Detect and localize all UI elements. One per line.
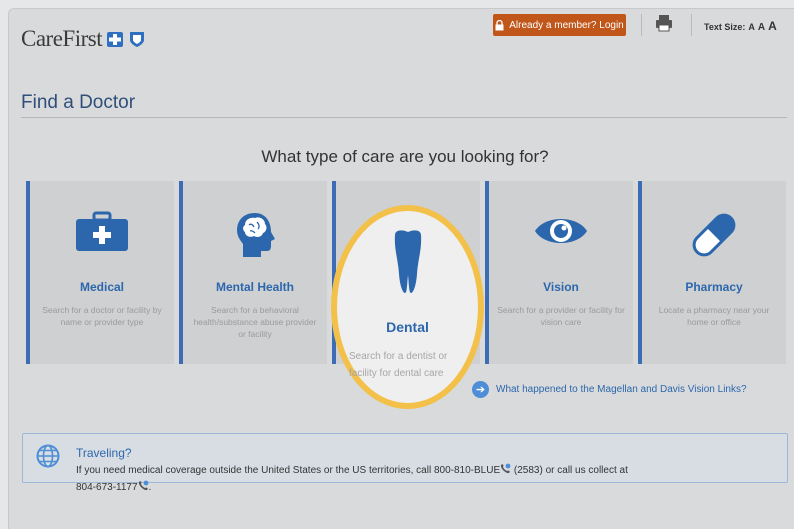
print-icon[interactable]	[654, 13, 674, 33]
text-size-label: Text Size:	[704, 22, 746, 32]
login-label: Already a member? Login	[509, 19, 624, 31]
page-title: Find a Doctor	[21, 92, 136, 113]
card-dental[interactable]: Dental Search for a dentist or facility …	[331, 205, 484, 409]
text-size-small-button[interactable]: A	[748, 22, 755, 32]
blue-shield-icon	[130, 31, 145, 47]
card-description: Locate a pharmacy near your home or offi…	[658, 305, 770, 327]
card-pharmacy[interactable]: Pharmacy Locate a pharmacy near your hom…	[638, 181, 786, 364]
text-size-control: Text Size: A A A	[704, 19, 777, 33]
card-medical[interactable]: Medical Search for a doctor or facility …	[26, 181, 174, 364]
medical-kit-icon	[76, 211, 128, 251]
tooth-icon	[394, 230, 421, 293]
traveling-notice: Traveling? If you need medical coverage …	[22, 433, 788, 493]
magellan-link-text: What happened to the Magellan and Davis …	[496, 384, 747, 395]
head-brain-icon	[237, 213, 275, 257]
card-mental-health[interactable]: Mental Health Search for a behavioral he…	[179, 181, 327, 364]
card-title: Mental Health	[215, 280, 294, 294]
care-type-question: What type of care are you looking for?	[261, 147, 549, 166]
card-description: Search for a doctor or facility by name …	[42, 305, 162, 327]
eye-icon	[535, 219, 587, 243]
card-description: Search for a behavioral health/substance…	[193, 305, 317, 339]
phone-call-icon[interactable]	[138, 480, 149, 491]
globe-icon	[36, 444, 60, 468]
arrow-right-icon: ➔	[472, 381, 489, 398]
pill-icon	[692, 213, 736, 257]
lock-icon	[495, 19, 504, 30]
card-description: Search for a dentist or facility for den…	[349, 351, 448, 379]
card-title: Medical	[79, 280, 124, 294]
login-button[interactable]: Already a member? Login	[493, 14, 626, 36]
card-description: Search for a provider or facility for vi…	[497, 305, 625, 327]
logo-text: CareFirst	[21, 26, 103, 51]
phone-call-icon[interactable]	[500, 463, 511, 474]
magellan-link[interactable]: ➔ What happened to the Magellan and Davi…	[472, 381, 747, 398]
carefirst-logo[interactable]: CareFirst	[21, 26, 146, 52]
blue-cross-icon	[107, 31, 124, 47]
divider	[691, 14, 692, 36]
divider	[641, 14, 642, 36]
card-title: Vision	[543, 280, 579, 294]
text-size-medium-button[interactable]: A	[758, 22, 765, 33]
traveling-title: Traveling?	[76, 446, 132, 460]
card-title: Dental	[386, 319, 429, 335]
card-title: Pharmacy	[685, 280, 743, 294]
title-divider	[21, 117, 787, 118]
text-size-large-button[interactable]: A	[768, 19, 777, 33]
traveling-body: If you need medical coverage outside the…	[76, 463, 628, 493]
card-vision[interactable]: Vision Search for a provider or facility…	[485, 181, 633, 364]
